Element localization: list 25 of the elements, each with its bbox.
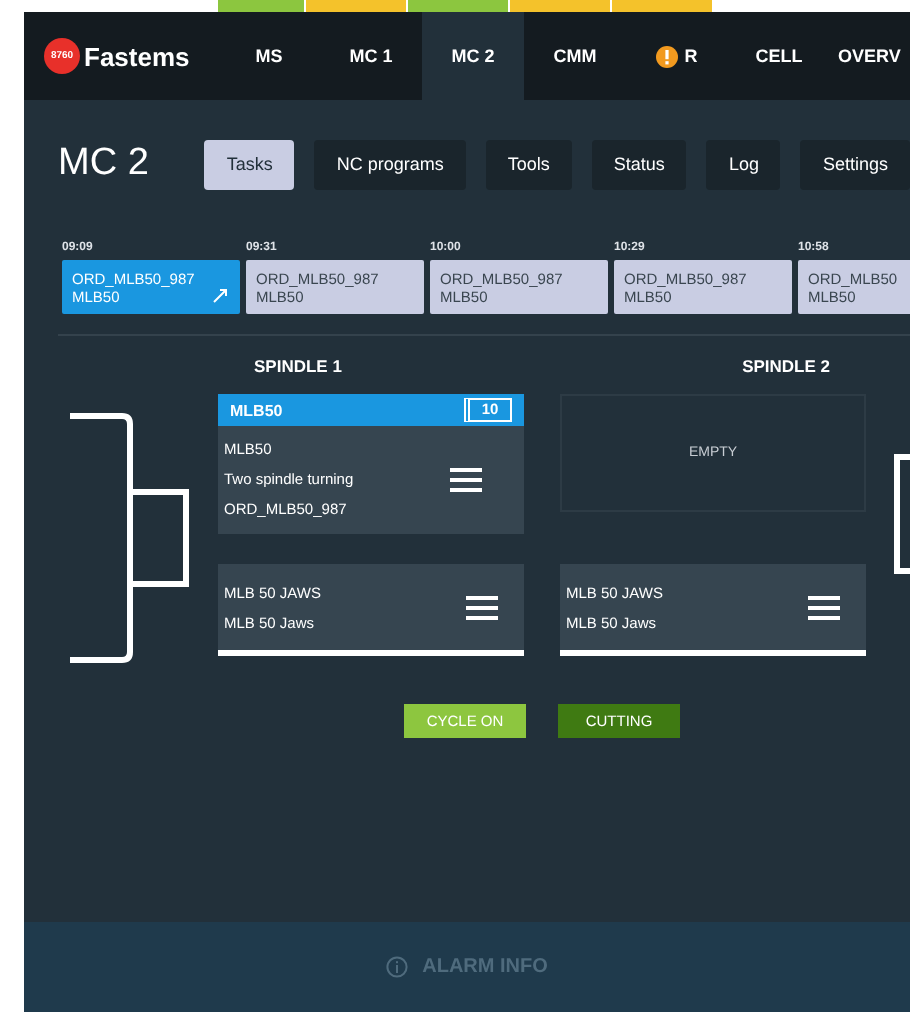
- alert-icon: [656, 45, 679, 67]
- spindle-label: SPINDLE 1: [252, 356, 344, 380]
- info-icon: [386, 956, 409, 978]
- machine-tab[interactable]: CMM: [524, 12, 626, 100]
- page-tab[interactable]: Tools: [485, 139, 572, 189]
- page-tab[interactable]: NC programs: [314, 139, 466, 189]
- expand-icon: [212, 288, 228, 304]
- machine-tab[interactable]: MC 1: [320, 12, 422, 100]
- page-tab[interactable]: Status: [591, 139, 687, 189]
- machine-tab[interactable]: MC 2: [422, 12, 524, 100]
- machine-tab[interactable]: CELL: [728, 12, 830, 100]
- machine-tab[interactable]: OVERV: [830, 12, 910, 100]
- bracket-drawing: [894, 454, 910, 574]
- page-title: MC 2: [58, 142, 151, 186]
- part-name: MLB50: [230, 401, 283, 419]
- machine-tab[interactable]: MS: [218, 12, 320, 100]
- page-tab[interactable]: Tasks: [204, 139, 295, 189]
- menu-icon[interactable]: [450, 467, 482, 491]
- page-tab[interactable]: Settings: [800, 139, 910, 189]
- spindle-label: SPINDLE 2: [740, 356, 832, 380]
- menu-icon[interactable]: [466, 595, 498, 619]
- menu-icon[interactable]: [808, 595, 840, 619]
- page-tab[interactable]: Log: [706, 139, 781, 189]
- machine-tab[interactable]: R: [626, 12, 728, 100]
- logo: Fastems: [84, 41, 190, 71]
